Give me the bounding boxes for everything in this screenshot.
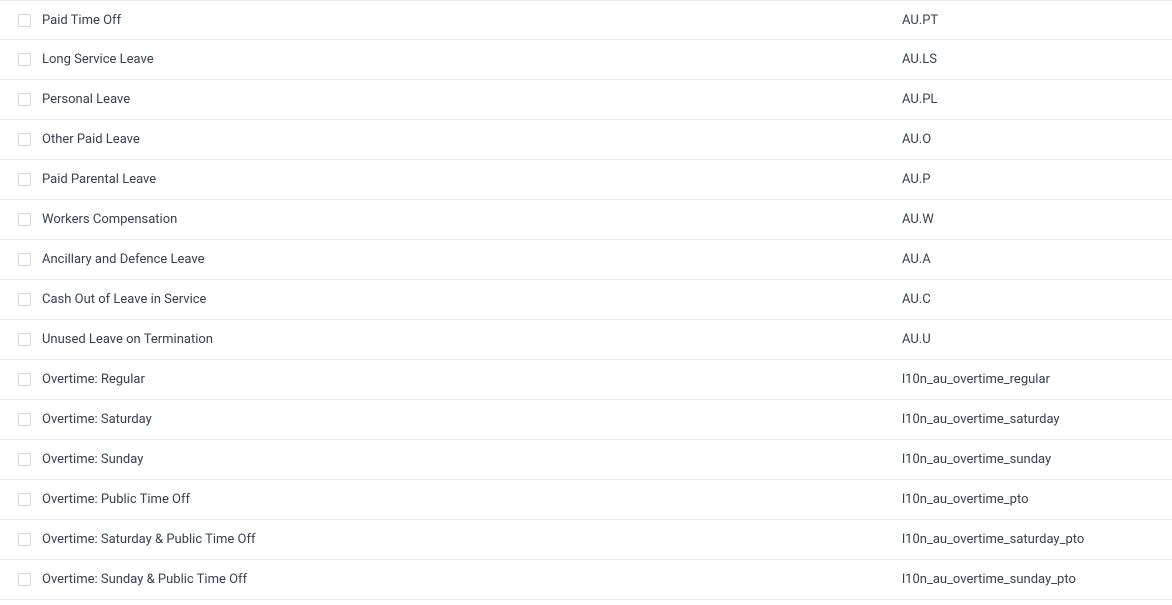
- table-row[interactable]: Overtime: Saturday l10n_au_overtime_satu…: [0, 400, 1172, 440]
- leave-code: AU.O: [902, 132, 1154, 147]
- table-row[interactable]: Long Service Leave AU.LS: [0, 40, 1172, 80]
- table-row[interactable]: Paid Parental Leave AU.P: [0, 160, 1172, 200]
- row-checkbox[interactable]: [18, 333, 31, 346]
- leave-name[interactable]: Paid Parental Leave: [40, 172, 902, 187]
- checkbox-cell: [18, 253, 40, 266]
- table-row[interactable]: Workers Compensation AU.W: [0, 200, 1172, 240]
- leave-name[interactable]: Workers Compensation: [40, 212, 902, 227]
- checkbox-cell: [18, 533, 40, 546]
- row-checkbox[interactable]: [18, 93, 31, 106]
- row-checkbox[interactable]: [18, 213, 31, 226]
- leave-code: l10n_au_overtime_sunday_pto: [902, 572, 1154, 587]
- table-row[interactable]: Overtime: Public Time Off l10n_au_overti…: [0, 480, 1172, 520]
- leave-name[interactable]: Overtime: Saturday: [40, 412, 902, 427]
- leave-name[interactable]: Ancillary and Defence Leave: [40, 252, 902, 267]
- table-row[interactable]: Cash Out of Leave in Service AU.C: [0, 280, 1172, 320]
- checkbox-cell: [18, 173, 40, 186]
- checkbox-cell: [18, 133, 40, 146]
- checkbox-cell: [18, 373, 40, 386]
- table-row[interactable]: Overtime: Sunday & Public Time Off l10n_…: [0, 560, 1172, 600]
- leave-name[interactable]: Overtime: Sunday & Public Time Off: [40, 572, 902, 587]
- table-row[interactable]: Overtime: Sunday l10n_au_overtime_sunday: [0, 440, 1172, 480]
- leave-name[interactable]: Other Paid Leave: [40, 132, 902, 147]
- leave-code: AU.U: [902, 332, 1154, 347]
- checkbox-cell: [18, 293, 40, 306]
- row-checkbox[interactable]: [18, 493, 31, 506]
- leave-types-table: Paid Time Off AU.PT Long Service Leave A…: [0, 0, 1172, 600]
- leave-code: l10n_au_overtime_pto: [902, 492, 1154, 507]
- table-row[interactable]: Other Paid Leave AU.O: [0, 120, 1172, 160]
- leave-name[interactable]: Cash Out of Leave in Service: [40, 292, 902, 307]
- checkbox-cell: [18, 93, 40, 106]
- leave-code: l10n_au_overtime_sunday: [902, 452, 1154, 467]
- leave-code: AU.C: [902, 292, 1154, 307]
- checkbox-cell: [18, 493, 40, 506]
- leave-name[interactable]: Overtime: Saturday & Public Time Off: [40, 532, 902, 547]
- row-checkbox[interactable]: [18, 133, 31, 146]
- leave-code: AU.PL: [902, 92, 1154, 107]
- table-row[interactable]: Personal Leave AU.PL: [0, 80, 1172, 120]
- leave-code: l10n_au_overtime_saturday: [902, 412, 1154, 427]
- leave-name[interactable]: Personal Leave: [40, 92, 902, 107]
- checkbox-cell: [18, 333, 40, 346]
- leave-code: AU.A: [902, 252, 1154, 267]
- leave-name[interactable]: Unused Leave on Termination: [40, 332, 902, 347]
- row-checkbox[interactable]: [18, 293, 31, 306]
- row-checkbox[interactable]: [18, 533, 31, 546]
- row-checkbox[interactable]: [18, 453, 31, 466]
- table-row[interactable]: Paid Time Off AU.PT: [0, 0, 1172, 40]
- leave-name[interactable]: Overtime: Regular: [40, 372, 902, 387]
- checkbox-cell: [18, 413, 40, 426]
- leave-code: AU.P: [902, 172, 1154, 187]
- checkbox-cell: [18, 573, 40, 586]
- row-checkbox[interactable]: [18, 373, 31, 386]
- row-checkbox[interactable]: [18, 253, 31, 266]
- leave-code: AU.W: [902, 212, 1154, 227]
- checkbox-cell: [18, 453, 40, 466]
- leave-name[interactable]: Paid Time Off: [40, 13, 902, 28]
- leave-name[interactable]: Long Service Leave: [40, 52, 902, 67]
- row-checkbox[interactable]: [18, 14, 31, 27]
- leave-name[interactable]: Overtime: Sunday: [40, 452, 902, 467]
- checkbox-cell: [18, 53, 40, 66]
- row-checkbox[interactable]: [18, 573, 31, 586]
- row-checkbox[interactable]: [18, 413, 31, 426]
- leave-name[interactable]: Overtime: Public Time Off: [40, 492, 902, 507]
- table-row[interactable]: Overtime: Saturday & Public Time Off l10…: [0, 520, 1172, 560]
- table-row[interactable]: Overtime: Regular l10n_au_overtime_regul…: [0, 360, 1172, 400]
- checkbox-cell: [18, 14, 40, 27]
- leave-code: l10n_au_overtime_regular: [902, 372, 1154, 387]
- row-checkbox[interactable]: [18, 53, 31, 66]
- row-checkbox[interactable]: [18, 173, 31, 186]
- leave-code: AU.PT: [902, 13, 1154, 28]
- checkbox-cell: [18, 213, 40, 226]
- table-row[interactable]: Unused Leave on Termination AU.U: [0, 320, 1172, 360]
- leave-code: l10n_au_overtime_saturday_pto: [902, 532, 1154, 547]
- table-row[interactable]: Ancillary and Defence Leave AU.A: [0, 240, 1172, 280]
- leave-code: AU.LS: [902, 52, 1154, 67]
